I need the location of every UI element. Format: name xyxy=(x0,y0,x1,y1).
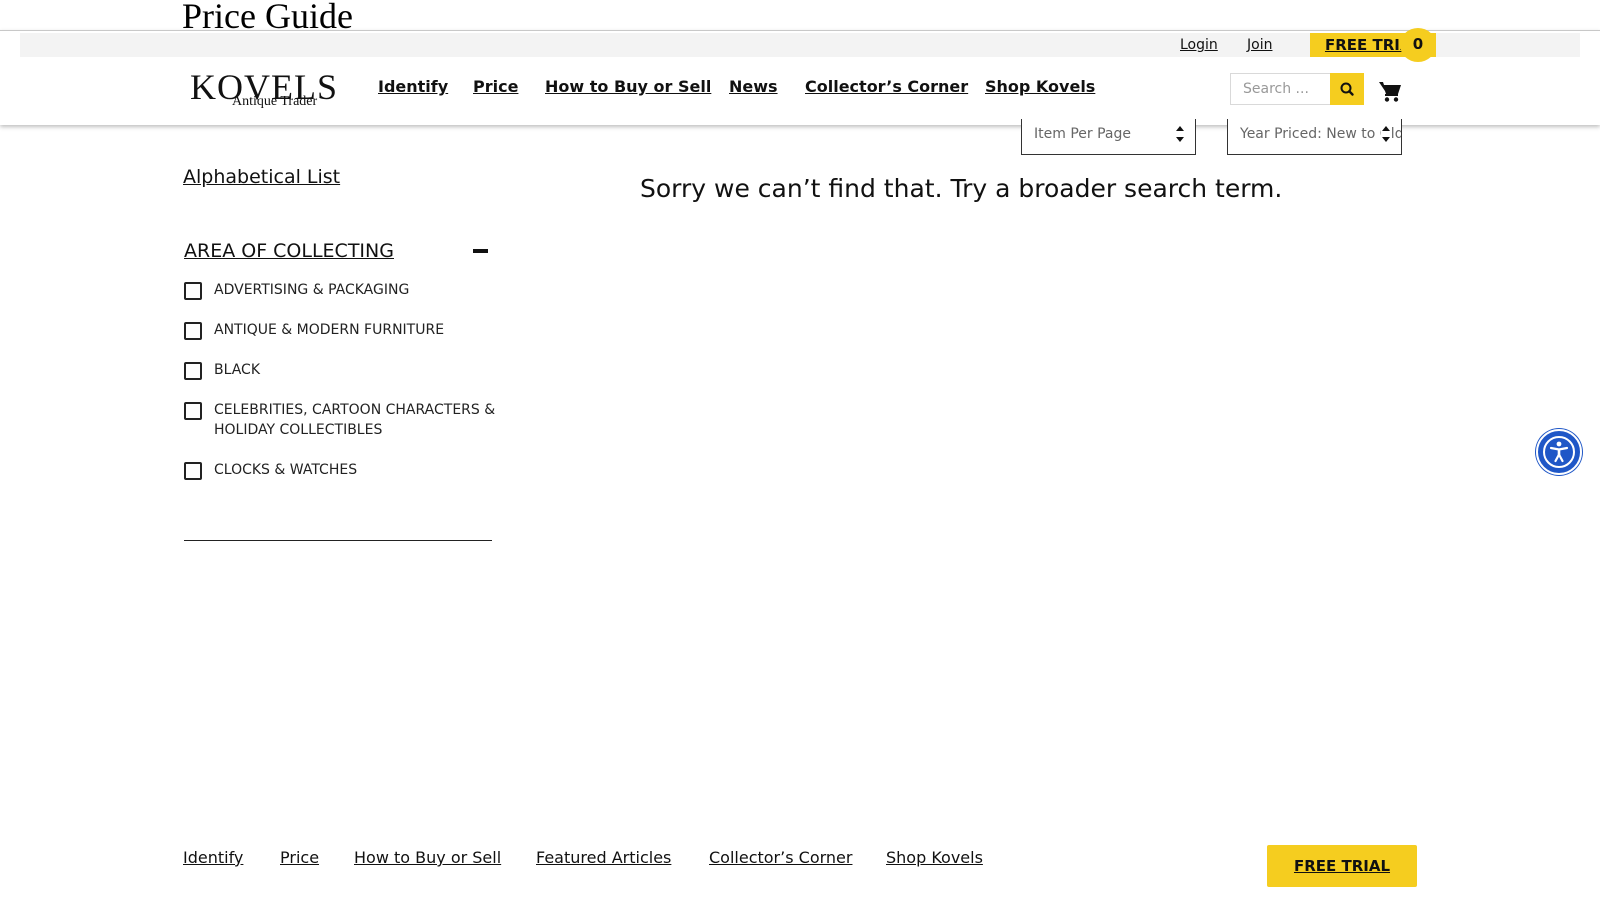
nav-collectors-corner[interactable]: Collector’s Corner xyxy=(805,77,968,96)
join-link[interactable]: Join xyxy=(1247,37,1272,53)
items-per-page-select[interactable]: Item Per Page xyxy=(1021,119,1196,155)
category-label: BLACK xyxy=(214,362,261,378)
category-checkbox[interactable] xyxy=(184,322,202,340)
category-checkbox[interactable] xyxy=(184,362,202,380)
sidebar-divider xyxy=(184,540,492,541)
nav-news[interactable]: News xyxy=(729,77,778,96)
logo-subtitle: Antique Trader xyxy=(232,94,318,109)
login-link[interactable]: Login xyxy=(1180,37,1218,53)
top-utility-bar: Login Join FREE TRIAL xyxy=(20,33,1580,57)
sort-value: Year Priced: New to Old xyxy=(1240,126,1402,142)
category-label: CELEBRITIES, CARTOON CHARACTERS & HOLIDA… xyxy=(214,402,496,438)
search-input[interactable]: Search ... xyxy=(1230,73,1334,105)
select-arrows-icon xyxy=(1381,123,1391,145)
kovels-logo[interactable]: KOVELS Antique Trader xyxy=(190,67,337,115)
footer-identify[interactable]: Identify xyxy=(183,848,243,867)
accessibility-button[interactable] xyxy=(1536,429,1582,475)
nav-how-to-buy-or-sell[interactable]: How to Buy or Sell xyxy=(545,77,711,96)
search-button[interactable] xyxy=(1330,73,1364,105)
footer-price[interactable]: Price xyxy=(280,848,319,867)
no-results-message: Sorry we can’t find that. Try a broader … xyxy=(640,174,1283,203)
nav-shop-kovels[interactable]: Shop Kovels xyxy=(985,77,1095,96)
category-label: ANTIQUE & MODERN FURNITURE xyxy=(214,322,445,338)
site-header: Login Join FREE TRIAL KOVELS Antique Tra… xyxy=(0,30,1600,125)
select-arrows-icon xyxy=(1176,126,1184,142)
category-label: CLOCKS & WATCHES xyxy=(214,462,358,478)
footer-shop-kovels[interactable]: Shop Kovels xyxy=(886,848,983,867)
footer-featured-articles[interactable]: Featured Articles xyxy=(536,848,671,867)
category-checkbox[interactable] xyxy=(184,402,202,420)
footer-collectors-corner[interactable]: Collector’s Corner xyxy=(709,848,852,867)
footer-free-trial-button[interactable]: FREE TRIAL xyxy=(1267,845,1417,887)
footer-how-to-buy-or-sell[interactable]: How to Buy or Sell xyxy=(354,848,501,867)
category-checkbox[interactable] xyxy=(184,282,202,300)
shopping-cart-icon[interactable] xyxy=(1378,79,1402,103)
category-label: ADVERTISING & PACKAGING xyxy=(214,282,410,298)
area-of-collecting-heading[interactable]: AREA OF COLLECTING xyxy=(184,240,394,262)
category-checkbox[interactable] xyxy=(184,462,202,480)
collapse-minus-icon[interactable] xyxy=(473,249,488,253)
accessibility-icon xyxy=(1543,436,1575,468)
cart-count-badge: 0 xyxy=(1400,28,1436,62)
search-icon xyxy=(1340,82,1354,96)
alphabetical-list-link[interactable]: Alphabetical List xyxy=(183,166,340,188)
items-per-page-value: Item Per Page xyxy=(1034,126,1131,142)
nav-price[interactable]: Price xyxy=(473,77,518,96)
nav-identify[interactable]: Identify xyxy=(378,77,448,96)
sort-select[interactable]: Year Priced: New to Old xyxy=(1227,119,1402,155)
